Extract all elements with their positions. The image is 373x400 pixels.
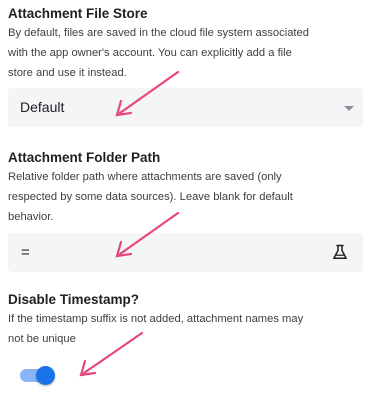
attachment-folder-path-description: Relative folder path where attachments a… <box>8 167 364 227</box>
description-line: store and use it instead. <box>8 67 127 79</box>
description-line: with the app owner's account. You can ex… <box>8 47 292 59</box>
description-line: Relative folder path where attachments a… <box>8 171 282 183</box>
attachment-file-store-select[interactable]: Default <box>8 88 363 127</box>
toggle-knob <box>36 366 55 385</box>
description-line: respected by some data sources). Leave b… <box>8 191 293 203</box>
select-value: Default <box>20 99 65 115</box>
attachment-file-store-title: Attachment File Store <box>8 6 148 21</box>
description-line: behavior. <box>8 211 54 223</box>
flask-icon[interactable] <box>332 244 348 260</box>
chevron-down-icon <box>344 106 354 111</box>
settings-panel: Attachment File Store By default, files … <box>0 0 373 400</box>
description-line: not be unique <box>8 333 76 345</box>
disable-timestamp-toggle[interactable] <box>20 366 56 385</box>
description-line: By default, files are saved in the cloud… <box>8 27 309 39</box>
attachment-file-store-description: By default, files are saved in the cloud… <box>8 23 364 83</box>
attachment-folder-path-title: Attachment Folder Path <box>8 150 161 165</box>
disable-timestamp-description: If the timestamp suffix is not added, at… <box>8 309 364 349</box>
disable-timestamp-title: Disable Timestamp? <box>8 292 140 307</box>
expression-value: = <box>21 244 30 261</box>
attachment-folder-path-input[interactable]: = <box>8 233 363 272</box>
description-line: If the timestamp suffix is not added, at… <box>8 313 304 325</box>
